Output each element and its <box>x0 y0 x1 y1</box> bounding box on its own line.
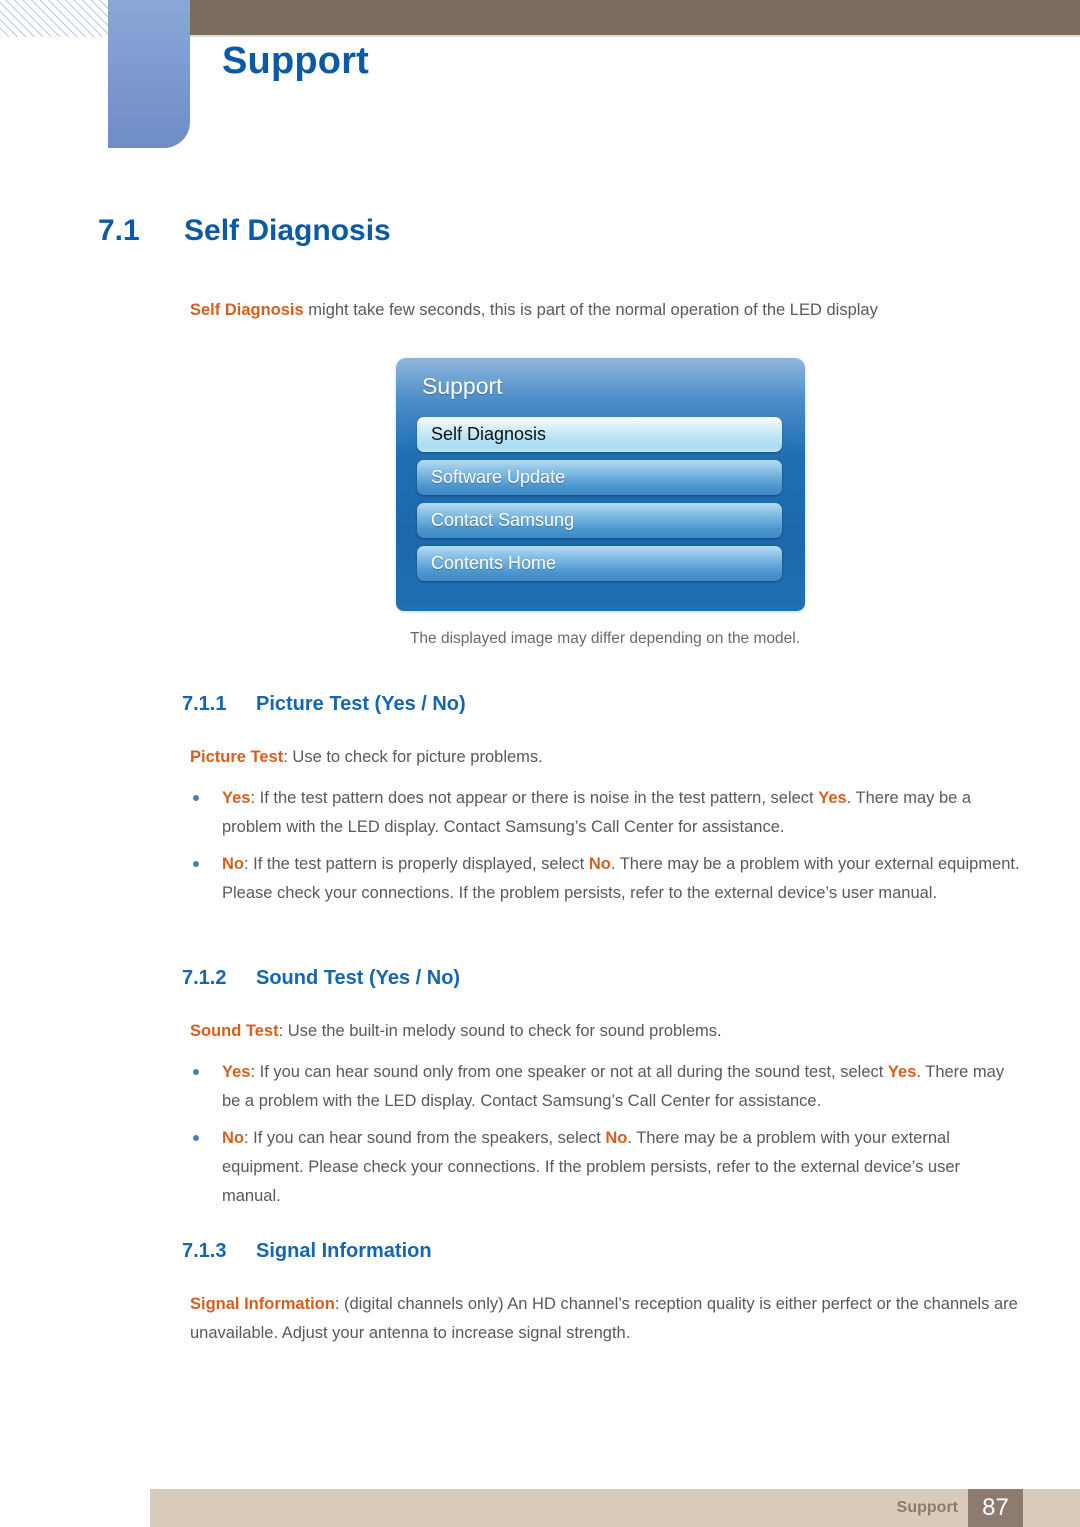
list-item: No: If the test pattern is properly disp… <box>190 850 1020 908</box>
bullet-dot-icon <box>193 861 199 867</box>
osd-menu-item-label: Contents Home <box>431 553 557 573</box>
osd-menu-list: Self Diagnosis Software Update Contact S… <box>417 417 782 589</box>
intro-rest: might take few seconds, this is part of … <box>303 301 878 319</box>
section-number: 7.1 <box>98 214 140 247</box>
hatch-pattern-decoration <box>0 0 108 37</box>
subsection-number: 7.1.1 <box>182 693 227 715</box>
picture-test-yes-text: Yes: If the test pattern does not appear… <box>222 784 1020 842</box>
intro-paragraph: Self Diagnosis might take few seconds, t… <box>190 296 1020 324</box>
osd-menu-item-contents-home[interactable]: Contents Home <box>417 546 782 581</box>
sound-test-lead-highlight: Sound Test <box>190 1022 279 1040</box>
figure-caption: The displayed image may differ depending… <box>409 630 801 647</box>
section-heading: 7.1 Self Diagnosis <box>98 214 391 248</box>
picture-test-lead-rest: : Use to check for picture problems. <box>283 748 543 766</box>
bullet-text-a: : If the test pattern is properly displa… <box>244 855 589 873</box>
section-title: Self Diagnosis <box>184 214 391 247</box>
subsection-number: 7.1.3 <box>182 1240 227 1262</box>
osd-menu-figure: Support Self Diagnosis Software Update C… <box>396 358 805 611</box>
list-item: Yes: If the test pattern does not appear… <box>190 784 1020 842</box>
list-item: No: If you can hear sound from the speak… <box>190 1124 1020 1211</box>
subsection-title: Signal Information <box>256 1240 432 1262</box>
block-picture-test: Picture Test: Use to check for picture p… <box>190 743 1020 916</box>
bullet-text-a: : If you can hear sound only from one sp… <box>250 1063 888 1081</box>
header-brown-bar <box>190 0 1080 35</box>
bullet-dot-icon <box>193 1069 199 1075</box>
osd-panel: Support Self Diagnosis Software Update C… <box>396 358 805 611</box>
subheading-sound-test: 7.1.2 Sound Test (Yes / No) <box>182 967 460 990</box>
bullet-dot-icon <box>193 1135 199 1141</box>
sound-test-no-text: No: If you can hear sound from the speak… <box>222 1124 1020 1211</box>
footer-section-label: Support <box>896 1499 958 1516</box>
bullet-text-a: : If the test pattern does not appear or… <box>250 789 819 807</box>
sound-test-lead-rest: : Use the built-in melody sound to check… <box>278 1022 722 1040</box>
signal-information-lead-highlight: Signal Information <box>190 1295 335 1313</box>
page-header: Support <box>0 0 1080 160</box>
signal-information-lead: Signal Information: (digital channels on… <box>190 1290 1020 1348</box>
bullet-dot-icon <box>193 795 199 801</box>
subheading-signal-information: 7.1.3 Signal Information <box>182 1240 432 1263</box>
bullet-term: No <box>222 855 244 873</box>
picture-test-no-text: No: If the test pattern is properly disp… <box>222 850 1020 908</box>
osd-menu-item-label: Contact Samsung <box>431 510 575 530</box>
osd-menu-item-self-diagnosis[interactable]: Self Diagnosis <box>417 417 782 452</box>
header-blue-tab <box>108 0 190 148</box>
osd-menu-item-label: Self Diagnosis <box>431 424 547 444</box>
block-signal-information: Signal Information: (digital channels on… <box>190 1290 1020 1360</box>
osd-panel-title: Support <box>422 373 503 399</box>
bullet-term: Yes <box>222 789 251 807</box>
bullet-emphasis: Yes <box>818 789 847 807</box>
osd-menu-item-label: Software Update <box>431 467 566 487</box>
subsection-number: 7.1.2 <box>182 967 227 989</box>
subheading-picture-test: 7.1.1 Picture Test (Yes / No) <box>182 693 466 716</box>
bullet-emphasis: No <box>605 1129 628 1147</box>
bullet-emphasis: Yes <box>887 1063 917 1081</box>
sound-test-yes-text: Yes: If you can hear sound only from one… <box>222 1058 1020 1116</box>
bullet-term: Yes <box>222 1063 251 1081</box>
osd-menu-item-software-update[interactable]: Software Update <box>417 460 782 495</box>
picture-test-lead-highlight: Picture Test <box>190 748 284 766</box>
sound-test-lead: Sound Test: Use the built-in melody soun… <box>190 1017 1020 1046</box>
subsection-title: Sound Test (Yes / No) <box>256 967 461 989</box>
bullet-term: No <box>222 1129 244 1147</box>
list-item: Yes: If you can hear sound only from one… <box>190 1058 1020 1116</box>
header-bar-underline <box>190 35 1080 37</box>
page-footer: Support 87 <box>150 1489 1080 1527</box>
subsection-title: Picture Test (Yes / No) <box>256 693 466 715</box>
bullet-emphasis: No <box>588 855 611 873</box>
footer-page-number: 87 <box>968 1489 1023 1527</box>
intro-block: Self Diagnosis might take few seconds, t… <box>190 296 1020 348</box>
bullet-text-a: : If you can hear sound from the speaker… <box>244 1129 606 1147</box>
intro-highlight: Self Diagnosis <box>190 301 304 319</box>
block-sound-test: Sound Test: Use the built-in melody soun… <box>190 1017 1020 1219</box>
page-title: Support <box>222 40 370 82</box>
osd-menu-item-contact-samsung[interactable]: Contact Samsung <box>417 503 782 538</box>
picture-test-lead: Picture Test: Use to check for picture p… <box>190 743 1020 772</box>
